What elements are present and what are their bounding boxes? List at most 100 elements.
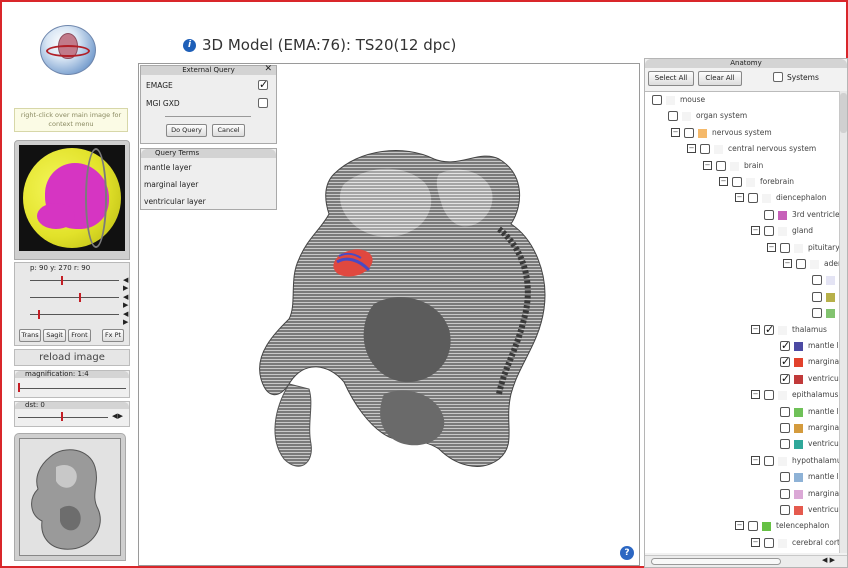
cancel-button[interactable]: Cancel bbox=[212, 124, 245, 137]
tree-row[interactable]: marginal laye bbox=[767, 420, 841, 436]
distance-slider[interactable] bbox=[18, 417, 108, 418]
tree-row[interactable]: organ system bbox=[655, 108, 841, 124]
tree-checkbox[interactable] bbox=[668, 111, 678, 122]
help-icon[interactable]: ? bbox=[620, 546, 634, 560]
collapse-icon[interactable]: − bbox=[751, 324, 760, 334]
collapse-icon[interactable]: − bbox=[751, 537, 760, 547]
front-button[interactable]: Front bbox=[68, 329, 91, 342]
mgi-gxd-checkbox[interactable] bbox=[258, 98, 268, 108]
tree-row[interactable]: mantle layer bbox=[767, 469, 841, 485]
tree-row[interactable]: − nervous system bbox=[671, 125, 841, 141]
tree-checkbox[interactable] bbox=[812, 275, 822, 286]
tree-checkbox[interactable] bbox=[748, 193, 758, 204]
fixed-point-button[interactable]: Fx Pt bbox=[102, 329, 124, 342]
tree-checkbox[interactable] bbox=[812, 308, 822, 319]
info-icon[interactable]: i bbox=[183, 39, 196, 52]
tree-row[interactable]: pars bbox=[799, 272, 841, 288]
tree-checkbox[interactable] bbox=[732, 177, 742, 187]
tree-row[interactable]: ventricular lay bbox=[767, 436, 841, 452]
tree-checkbox[interactable] bbox=[780, 439, 790, 450]
pitch-arrows-icon[interactable]: ◀ ▶ bbox=[123, 276, 130, 292]
roll-slider-knob[interactable] bbox=[38, 310, 40, 319]
tree-row[interactable]: marginal laye bbox=[767, 354, 841, 370]
tree-row[interactable]: pars bbox=[799, 289, 841, 305]
tree-checkbox[interactable] bbox=[652, 95, 662, 105]
tree-horizontal-scrollbar[interactable]: ◀ ▶ bbox=[645, 555, 847, 567]
pitch-slider[interactable] bbox=[30, 280, 119, 281]
anatomy-tree[interactable]: mouse organ system − nervous system − central… bbox=[645, 91, 841, 553]
clear-all-button[interactable]: Clear All bbox=[698, 71, 742, 86]
tree-row[interactable]: − forebrain bbox=[719, 174, 841, 190]
distance-slider-knob[interactable] bbox=[61, 412, 63, 421]
systems-checkbox[interactable] bbox=[773, 72, 783, 82]
collapse-icon[interactable]: − bbox=[735, 521, 744, 531]
magnification-slider-knob[interactable] bbox=[18, 383, 20, 392]
collapse-icon[interactable]: − bbox=[751, 390, 760, 400]
tree-row[interactable]: remn bbox=[799, 305, 841, 321]
collapse-icon[interactable]: − bbox=[687, 144, 696, 154]
tree-row[interactable]: ventricular lay bbox=[767, 371, 841, 387]
yaw-arrows-icon[interactable]: ◀ ▶ bbox=[123, 293, 130, 309]
do-query-button[interactable]: Do Query bbox=[166, 124, 207, 137]
emage-checkbox[interactable] bbox=[258, 78, 268, 91]
tree-checkbox[interactable] bbox=[780, 338, 790, 354]
collapse-icon[interactable]: − bbox=[735, 193, 744, 203]
tree-row[interactable]: − thalamus bbox=[751, 322, 841, 338]
yaw-slider[interactable] bbox=[30, 297, 119, 298]
tree-checkbox[interactable] bbox=[780, 354, 790, 370]
tree-checkbox[interactable] bbox=[780, 488, 790, 499]
tree-vertical-scrollbar[interactable] bbox=[839, 91, 847, 553]
tree-checkbox[interactable] bbox=[780, 423, 790, 433]
collapse-icon[interactable]: − bbox=[783, 259, 792, 268]
tree-row[interactable]: − diencephalon bbox=[735, 190, 841, 206]
tree-row[interactable]: − gland bbox=[751, 223, 841, 239]
magnification-slider[interactable] bbox=[18, 388, 126, 389]
tree-row[interactable]: marginal laye bbox=[767, 486, 841, 502]
tree-row[interactable]: − brain bbox=[703, 158, 841, 174]
tree-checkbox[interactable] bbox=[764, 226, 774, 237]
tree-checkbox[interactable] bbox=[764, 455, 774, 466]
tree-checkbox[interactable] bbox=[780, 242, 790, 253]
tree-row[interactable]: − cerebral cortex bbox=[751, 535, 841, 551]
tree-row[interactable]: ventricular lay bbox=[767, 502, 841, 518]
tree-row[interactable]: − telencephalon bbox=[735, 518, 841, 534]
collapse-icon[interactable]: − bbox=[767, 242, 776, 252]
tree-row[interactable]: − epithalamus bbox=[751, 387, 841, 403]
tree-checkbox[interactable] bbox=[796, 259, 806, 269]
roll-arrows-icon[interactable]: ◀ ▶ bbox=[123, 310, 130, 326]
tree-checkbox[interactable] bbox=[684, 127, 694, 138]
yaw-slider-knob[interactable] bbox=[79, 293, 81, 302]
trans-button[interactable]: Trans bbox=[19, 329, 41, 342]
tree-checkbox[interactable] bbox=[780, 505, 790, 515]
tree-checkbox[interactable] bbox=[764, 537, 774, 548]
tree-checkbox[interactable] bbox=[764, 390, 774, 401]
tree-checkbox[interactable] bbox=[812, 291, 822, 302]
tree-checkbox[interactable] bbox=[780, 371, 790, 387]
tree-checkbox[interactable] bbox=[780, 406, 790, 417]
tree-checkbox[interactable] bbox=[780, 472, 790, 483]
tree-row[interactable]: mantle layer bbox=[767, 338, 841, 354]
tree-row[interactable]: − pituitary bbox=[767, 240, 841, 256]
tree-row[interactable]: mouse bbox=[645, 92, 841, 108]
collapse-icon[interactable]: − bbox=[719, 177, 728, 186]
tree-row[interactable]: − hypothalamus bbox=[751, 453, 841, 469]
tree-checkbox[interactable] bbox=[764, 322, 774, 338]
collapse-icon[interactable]: − bbox=[751, 455, 760, 465]
tree-row[interactable]: −adenohyp bbox=[783, 256, 841, 272]
tree-row[interactable]: 3rd ventricle bbox=[751, 207, 841, 223]
collapse-icon[interactable]: − bbox=[703, 160, 712, 170]
collapse-icon[interactable]: − bbox=[751, 226, 760, 236]
section-thumbnail[interactable] bbox=[14, 433, 126, 561]
tree-checkbox[interactable] bbox=[716, 160, 726, 171]
tree-checkbox[interactable] bbox=[700, 144, 710, 155]
tree-row[interactable]: − central nervous system bbox=[687, 141, 841, 157]
collapse-icon[interactable]: − bbox=[671, 127, 680, 137]
tree-row[interactable]: mantle layer bbox=[767, 404, 841, 420]
close-icon[interactable]: ✕ bbox=[264, 65, 272, 74]
tree-checkbox[interactable] bbox=[764, 209, 774, 220]
sagit-button[interactable]: Sagit bbox=[43, 329, 66, 342]
distance-arrows-icon[interactable]: ◀ ▶ bbox=[112, 412, 123, 420]
roll-slider[interactable] bbox=[30, 314, 119, 315]
orientation-view[interactable] bbox=[14, 140, 130, 260]
select-all-button[interactable]: Select All bbox=[648, 71, 694, 86]
